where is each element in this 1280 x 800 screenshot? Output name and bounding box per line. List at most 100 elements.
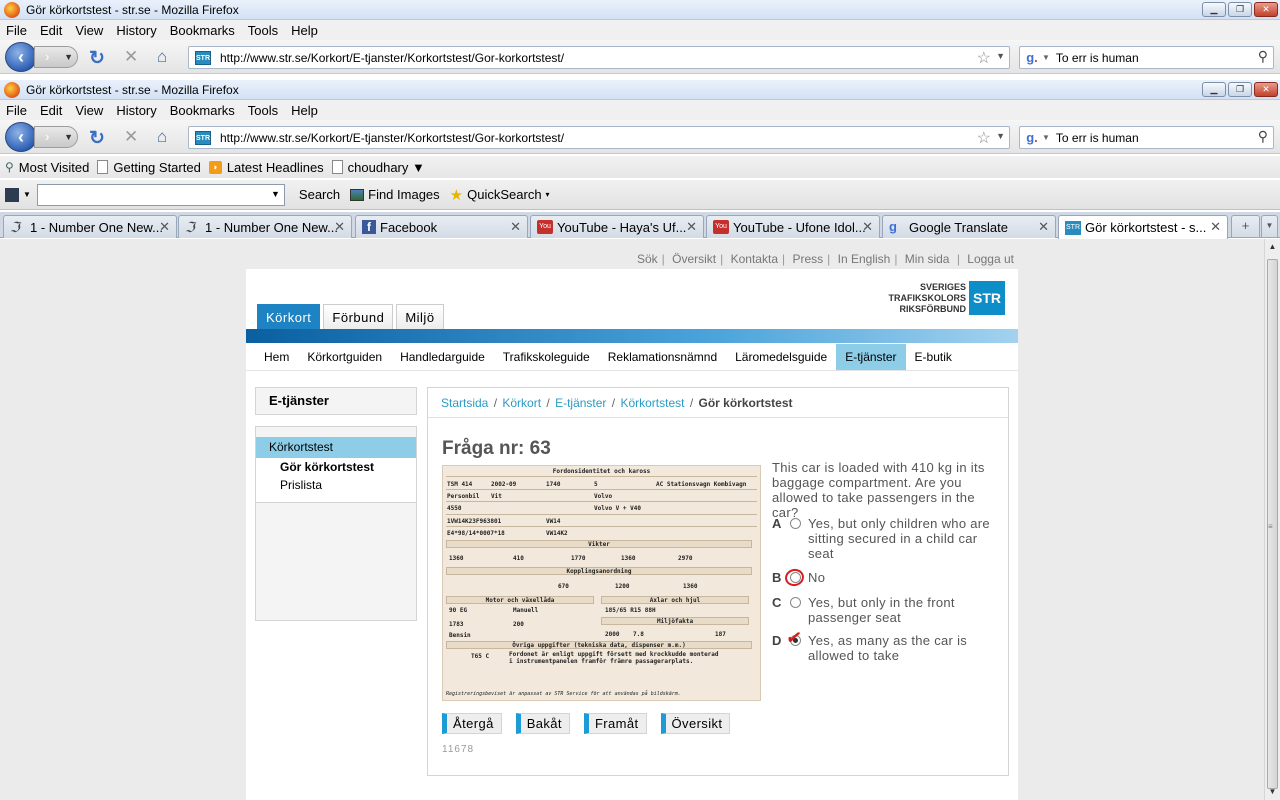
answer-c-radio[interactable] bbox=[790, 597, 801, 608]
restore-icon[interactable]: ❐ bbox=[1228, 2, 1252, 17]
close-icon[interactable]: ✕ bbox=[1254, 2, 1278, 17]
bookmark-most-visited[interactable]: ⚲ Most Visited bbox=[5, 160, 89, 175]
back-arrow-icon[interactable]: ‹ bbox=[5, 122, 37, 152]
url-dropdown-icon[interactable]: ▼ bbox=[996, 51, 1005, 61]
subnav-hem[interactable]: Hem bbox=[255, 344, 298, 370]
menu-tools[interactable]: Tools bbox=[248, 103, 278, 118]
menu-bookmarks[interactable]: Bookmarks bbox=[170, 103, 235, 118]
tab-2[interactable]: ℑ 1 - Number One New... ✕ bbox=[178, 215, 352, 238]
menu-bookmarks[interactable]: Bookmarks bbox=[170, 23, 235, 38]
side-item-gor-korkortstest[interactable]: Gör körkortstest bbox=[280, 460, 374, 474]
answer-b[interactable]: B No bbox=[772, 566, 997, 589]
toolbar-search-button[interactable]: Search bbox=[299, 187, 340, 202]
vertical-scrollbar[interactable]: ▲ ≡ ▼ bbox=[1264, 239, 1280, 800]
bookmark-getting-started[interactable]: Getting Started bbox=[97, 160, 201, 175]
reload-icon[interactable]: ↻ bbox=[89, 47, 105, 70]
subnav-e-butik[interactable]: E-butik bbox=[906, 344, 961, 370]
scroll-down-icon[interactable]: ▼ bbox=[1265, 784, 1280, 800]
menu-view[interactable]: View bbox=[75, 23, 103, 38]
framat-button[interactable]: Framåt bbox=[583, 713, 647, 734]
url-text[interactable]: http://www.str.se/Korkort/E-tjanster/Kor… bbox=[220, 51, 564, 65]
side-item-prislista[interactable]: Prislista bbox=[280, 478, 322, 492]
link-logga-ut[interactable]: Logga ut bbox=[967, 252, 1014, 266]
subnav-laromedelsguide[interactable]: Läromedelsguide bbox=[726, 344, 836, 370]
stop-icon[interactable]: ✕ bbox=[124, 47, 138, 67]
search-bar[interactable]: g. ▼ To err is human ⚲ bbox=[1019, 46, 1274, 69]
link-min-sida[interactable]: Min sida bbox=[905, 252, 950, 266]
tab-korkort[interactable]: Körkort bbox=[257, 304, 321, 330]
toolbar-dropdown-icon[interactable]: ▼ bbox=[23, 190, 31, 199]
tab-str-active[interactable]: STR Gör körkortstest - s... ✕ bbox=[1058, 215, 1228, 239]
bookmark-star-icon[interactable]: ☆ bbox=[977, 48, 991, 68]
tab-1[interactable]: ℑ 1 - Number One New... ✕ bbox=[3, 215, 177, 238]
menu-file[interactable]: File bbox=[6, 23, 27, 38]
forward-arrow-icon[interactable]: › ▼ bbox=[34, 126, 78, 148]
link-press[interactable]: Press bbox=[792, 252, 823, 266]
tab-close-icon[interactable]: ✕ bbox=[510, 219, 521, 235]
history-dropdown-icon[interactable]: ▼ bbox=[64, 47, 73, 67]
tab-forbund[interactable]: Förbund bbox=[323, 304, 394, 330]
bakat-button[interactable]: Bakåt bbox=[515, 713, 570, 734]
url-text[interactable]: http://www.str.se/Korkort/E-tjanster/Kor… bbox=[220, 131, 564, 145]
google-icon[interactable]: g. bbox=[1024, 50, 1040, 66]
subnav-korkortguiden[interactable]: Körkortguiden bbox=[298, 344, 391, 370]
combo-arrow-icon[interactable]: ▼ bbox=[271, 189, 280, 199]
tab-close-icon[interactable]: ✕ bbox=[862, 219, 873, 235]
search-text[interactable]: To err is human bbox=[1056, 51, 1139, 65]
minimize-icon[interactable]: ▁ bbox=[1202, 2, 1226, 17]
str-logo[interactable]: SVERIGES TRAFIKSKOLORS RIKSFÖRBUND STR bbox=[889, 281, 1005, 315]
toolbar-search-combo[interactable]: ▼ bbox=[36, 183, 285, 206]
menu-history[interactable]: History bbox=[116, 23, 156, 38]
menu-help[interactable]: Help bbox=[291, 23, 318, 38]
film-icon[interactable] bbox=[5, 187, 19, 202]
search-engine-dropdown-icon[interactable]: ▼ bbox=[1042, 53, 1050, 62]
tab-close-icon[interactable]: ✕ bbox=[1038, 219, 1049, 235]
answer-a-radio[interactable] bbox=[790, 518, 801, 529]
menu-edit[interactable]: Edit bbox=[40, 103, 62, 118]
subnav-trafikskoleguide[interactable]: Trafikskoleguide bbox=[494, 344, 599, 370]
close-icon[interactable]: ✕ bbox=[1254, 82, 1278, 97]
tab-youtube-1[interactable]: You YouTube - Haya's Uf... ✕ bbox=[530, 215, 704, 238]
subnav-handledarguide[interactable]: Handledarguide bbox=[391, 344, 494, 370]
bookmark-star-icon[interactable]: ☆ bbox=[977, 128, 991, 148]
forward-arrow-icon[interactable]: › ▼ bbox=[34, 46, 78, 68]
menu-edit[interactable]: Edit bbox=[40, 23, 62, 38]
tab-google-translate[interactable]: g Google Translate ✕ bbox=[882, 215, 1056, 238]
menu-view[interactable]: View bbox=[75, 103, 103, 118]
scroll-up-icon[interactable]: ▲ bbox=[1265, 239, 1280, 255]
search-icon[interactable]: ⚲ bbox=[1258, 48, 1268, 65]
home-icon[interactable]: ⌂ bbox=[157, 47, 167, 67]
url-bar[interactable]: STR http://www.str.se/Korkort/E-tjanster… bbox=[188, 126, 1010, 149]
tab-list-icon[interactable]: ▼ bbox=[1261, 215, 1278, 238]
home-icon[interactable]: ⌂ bbox=[157, 127, 167, 147]
crumb-startsida[interactable]: Startsida bbox=[441, 396, 488, 410]
find-images-button[interactable]: Find Images bbox=[350, 187, 440, 202]
answer-d[interactable]: D ✓ Yes, as many as the car is allowed t… bbox=[772, 627, 997, 663]
atergå-button[interactable]: Återgå bbox=[442, 713, 502, 734]
crumb-korkort[interactable]: Körkort bbox=[502, 396, 541, 410]
history-dropdown-icon[interactable]: ▼ bbox=[64, 127, 73, 147]
crumb-e-tjanster[interactable]: E-tjänster bbox=[555, 396, 606, 410]
restore-icon[interactable]: ❐ bbox=[1228, 82, 1252, 97]
tab-close-icon[interactable]: ✕ bbox=[334, 219, 345, 235]
back-arrow-icon[interactable]: ‹ bbox=[5, 42, 37, 72]
search-bar[interactable]: g. ▼ To err is human ⚲ bbox=[1019, 126, 1274, 149]
reload-icon[interactable]: ↻ bbox=[89, 127, 105, 150]
tab-close-icon[interactable]: ✕ bbox=[1210, 219, 1221, 235]
oversikt-button[interactable]: Översikt bbox=[660, 713, 731, 734]
minimize-icon[interactable]: ▁ bbox=[1202, 82, 1226, 97]
tab-youtube-2[interactable]: You YouTube - Ufone Idol... ✕ bbox=[706, 215, 880, 238]
stop-icon[interactable]: ✕ bbox=[124, 127, 138, 147]
search-icon[interactable]: ⚲ bbox=[1258, 128, 1268, 145]
link-oversikt[interactable]: Översikt bbox=[672, 252, 716, 266]
subnav-reklamationsnamnd[interactable]: Reklamationsnämnd bbox=[599, 344, 726, 370]
bookmark-latest-headlines[interactable]: ◗ Latest Headlines bbox=[208, 160, 324, 175]
menu-help[interactable]: Help bbox=[291, 103, 318, 118]
quicksearch-button[interactable]: ★ QuickSearch ▾ bbox=[450, 186, 550, 204]
bookmark-folder-choudhary[interactable]: choudhary ▼ bbox=[331, 160, 425, 175]
tab-close-icon[interactable]: ✕ bbox=[159, 219, 170, 235]
url-dropdown-icon[interactable]: ▼ bbox=[996, 131, 1005, 141]
answer-a[interactable]: A Yes, but only children who are sitting… bbox=[772, 516, 997, 561]
tab-close-icon[interactable]: ✕ bbox=[686, 219, 697, 235]
url-bar[interactable]: STR http://www.str.se/Korkort/E-tjanster… bbox=[188, 46, 1010, 69]
